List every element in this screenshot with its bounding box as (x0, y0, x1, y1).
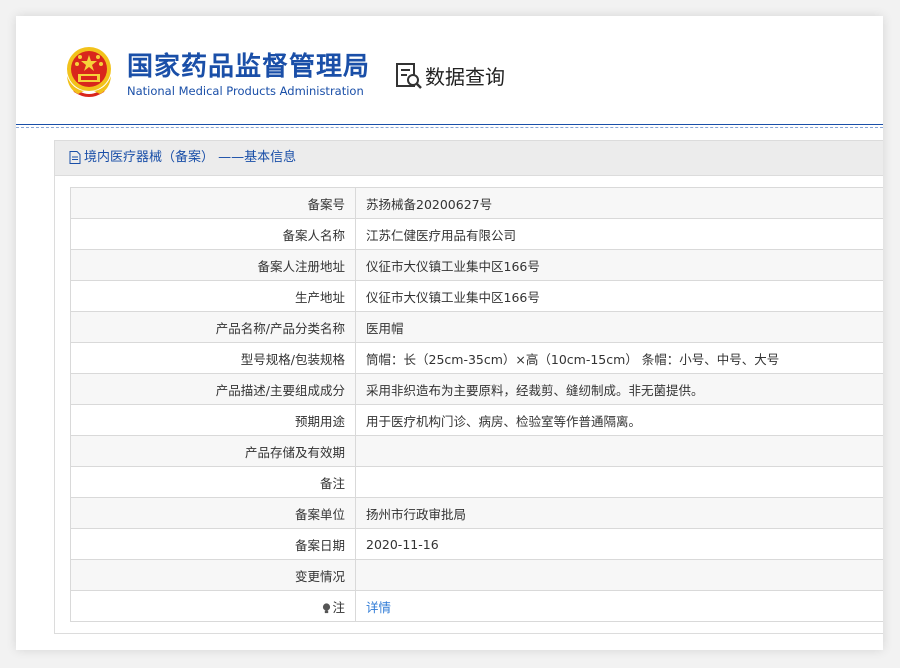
table-row: 型号规格/包装规格 筒帽：长（25cm-35cm）×高（10cm-15cm） 条… (70, 342, 883, 374)
table-row: 预期用途 用于医疗机构门诊、病房、检验室等作普通隔离。 (70, 404, 883, 436)
table-row: 产品存储及有效期 (70, 435, 883, 467)
org-name-en: National Medical Products Administration (127, 84, 364, 98)
row-value: 2020-11-16 (355, 528, 883, 560)
note-value-cell: 详情 (355, 590, 883, 622)
row-value (355, 466, 883, 498)
table-row: 备案号 苏扬械备20200627号 (70, 187, 883, 219)
row-label: 产品名称/产品分类名称 (70, 311, 356, 343)
panel-header: 境内医疗器械（备案） ——基本信息 (55, 141, 883, 176)
row-value: 扬州市行政审批局 (355, 497, 883, 529)
data-query-title: 数据查询 (425, 65, 505, 89)
table-row: 注 详情 (70, 590, 883, 622)
row-label: 备案号 (70, 187, 356, 219)
org-name-cn: 国家药品监督管理局 (127, 52, 371, 82)
row-value (355, 435, 883, 467)
row-label: 生产地址 (70, 280, 356, 312)
header-divider-dashed (16, 127, 883, 128)
row-label: 备案人注册地址 (70, 249, 356, 281)
details-link[interactable]: 详情 (366, 600, 391, 615)
table-row: 备案单位 扬州市行政审批局 (70, 497, 883, 529)
row-value: 采用非织造布为主要原料，经裁剪、缝纫制成。非无菌提供。 (355, 373, 883, 405)
table-row: 变更情况 (70, 559, 883, 591)
row-label: 变更情况 (70, 559, 356, 591)
table-row: 备案人名称 江苏仁健医疗用品有限公司 (70, 218, 883, 250)
table-row: 产品名称/产品分类名称 医用帽 (70, 311, 883, 343)
table-row: 产品描述/主要组成成分 采用非织造布为主要原料，经裁剪、缝纫制成。非无菌提供。 (70, 373, 883, 405)
row-value: 筒帽：长（25cm-35cm）×高（10cm-15cm） 条帽：小号、中号、大号 (355, 342, 883, 374)
row-label: 预期用途 (70, 404, 356, 436)
row-label: 备案日期 (70, 528, 356, 560)
table-row: 生产地址 仪征市大仪镇工业集中区166号 (70, 280, 883, 312)
table-row: 备案日期 2020-11-16 (70, 528, 883, 560)
row-label: 型号规格/包装规格 (70, 342, 356, 374)
row-value: 医用帽 (355, 311, 883, 343)
info-table: 备案号 苏扬械备20200627号 备案人名称 江苏仁健医疗用品有限公司 备案人… (70, 187, 883, 622)
lightbulb-icon (323, 602, 331, 613)
panel-title: 境内医疗器械（备案） ——基本信息 (84, 150, 297, 165)
row-label: 产品存储及有效期 (70, 435, 356, 467)
row-value: 用于医疗机构门诊、病房、检验室等作普通隔离。 (355, 404, 883, 436)
row-value (355, 559, 883, 591)
detail-panel: 境内医疗器械（备案） ——基本信息 备案号 苏扬械备20200627号 备案人名… (54, 140, 883, 634)
data-query-icon (396, 63, 422, 89)
page-shell: 国家药品监督管理局 National Medical Products Admi… (16, 16, 883, 650)
header-divider (16, 124, 883, 125)
row-value: 仪征市大仪镇工业集中区166号 (355, 280, 883, 312)
row-label: 注 (332, 599, 345, 615)
row-label: 备案单位 (70, 497, 356, 529)
national-emblem-icon (67, 47, 111, 97)
row-label: 产品描述/主要组成成分 (70, 373, 356, 405)
table-row: 备案人注册地址 仪征市大仪镇工业集中区166号 (70, 249, 883, 281)
site-header: 国家药品监督管理局 National Medical Products Admi… (16, 16, 883, 128)
row-value: 仪征市大仪镇工业集中区166号 (355, 249, 883, 281)
document-icon (69, 151, 81, 164)
note-label-cell: 注 (70, 590, 356, 622)
table-row: 备注 (70, 466, 883, 498)
row-value: 苏扬械备20200627号 (355, 187, 883, 219)
row-label: 备案人名称 (70, 218, 356, 250)
row-value: 江苏仁健医疗用品有限公司 (355, 218, 883, 250)
row-label: 备注 (70, 466, 356, 498)
